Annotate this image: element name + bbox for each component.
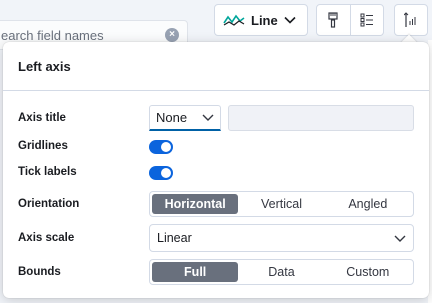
list-settings-icon [360, 13, 373, 27]
popover-title: Left axis [18, 59, 71, 74]
line-chart-icon [223, 14, 245, 26]
chart-type-label: Line [251, 12, 278, 28]
gridlines-row: Gridlines [3, 139, 429, 155]
toggle-knob [161, 168, 171, 178]
tick-labels-row: Tick labels [3, 165, 429, 181]
axis-title-select-value: None [156, 110, 188, 125]
gridlines-label: Gridlines [18, 140, 68, 152]
left-axis-icon [404, 12, 416, 27]
bounds-full-button[interactable]: Full [152, 262, 239, 282]
left-axis-button[interactable] [394, 4, 428, 36]
orientation-button-group: Horizontal Vertical Angled [149, 191, 414, 217]
orientation-label: Orientation [18, 198, 80, 210]
axis-scale-row: Axis scale Linear [3, 224, 429, 252]
axis-title-row: Axis title None [3, 105, 429, 131]
orientation-row: Orientation Horizontal Vertical Angled [3, 191, 429, 217]
chevron-down-icon [284, 16, 296, 24]
chevron-down-icon [202, 114, 214, 121]
bounds-data-button[interactable]: Data [238, 262, 324, 282]
style-settings-button[interactable] [317, 5, 350, 35]
tick-labels-label: Tick labels [18, 166, 77, 178]
chart-type-dropdown[interactable]: Line [214, 4, 308, 36]
axis-scale-value: Linear [157, 231, 192, 245]
axis-title-select[interactable]: None [149, 105, 221, 131]
paintbrush-icon [328, 12, 339, 28]
bounds-custom-button[interactable]: Custom [325, 262, 411, 282]
tick-labels-toggle[interactable] [149, 166, 173, 180]
field-search-placeholder: earch field names [1, 27, 104, 43]
bounds-button-group: Full Data Custom [149, 259, 414, 285]
chevron-down-icon [394, 235, 406, 242]
left-axis-popover: Left axis Axis title None Gridlines Tick… [3, 42, 429, 298]
orientation-vertical-button[interactable]: Vertical [238, 194, 324, 214]
clear-search-icon[interactable]: × [165, 28, 179, 42]
gridlines-toggle[interactable] [149, 140, 173, 154]
bounds-label: Bounds [18, 266, 61, 278]
toggle-knob [161, 142, 171, 152]
axis-scale-select[interactable]: Linear [149, 224, 414, 252]
chart-settings-group [316, 4, 384, 36]
orientation-angled-button[interactable]: Angled [325, 194, 411, 214]
bounds-row: Bounds Full Data Custom [3, 259, 429, 285]
legend-settings-button[interactable] [349, 5, 383, 35]
axis-title-label: Axis title [18, 112, 66, 124]
orientation-horizontal-button[interactable]: Horizontal [152, 194, 239, 214]
axis-title-input[interactable] [228, 105, 414, 131]
popover-divider [3, 90, 429, 91]
axis-scale-label: Axis scale [18, 232, 75, 244]
